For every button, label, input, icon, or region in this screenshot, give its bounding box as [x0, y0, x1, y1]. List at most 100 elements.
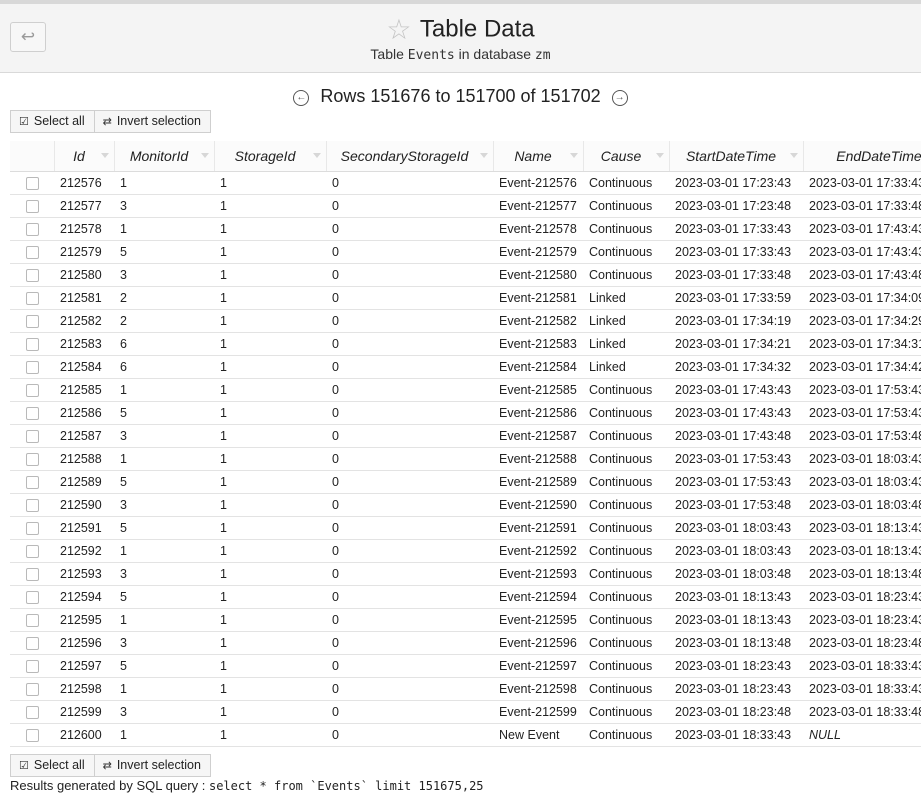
table-cell[interactable]: Event-212580 [493, 263, 583, 287]
table-cell[interactable]: 212577 [54, 194, 114, 218]
table-cell[interactable]: 2023-03-01 17:53:43 [669, 470, 803, 494]
row-checkbox[interactable] [25, 498, 39, 512]
column-header[interactable]: Cause [583, 141, 670, 172]
table-cell[interactable]: 0 [326, 654, 493, 678]
table-cell[interactable]: 1 [214, 171, 326, 195]
table-cell[interactable]: 1 [214, 608, 326, 632]
table-cell[interactable]: Event-212577 [493, 194, 583, 218]
row-checkbox[interactable] [25, 314, 39, 328]
table-cell[interactable]: 2023-03-01 18:03:43 [803, 447, 921, 471]
table-cell[interactable]: 3 [114, 631, 214, 655]
table-cell[interactable]: 0 [326, 631, 493, 655]
table-cell[interactable]: 0 [326, 240, 493, 264]
row-checkbox[interactable] [25, 199, 39, 213]
table-cell[interactable]: Event-212595 [493, 608, 583, 632]
sort-caret-icon[interactable] [569, 153, 578, 158]
table-cell[interactable]: 1 [214, 309, 326, 333]
table-cell[interactable]: 2023-03-01 18:23:43 [803, 585, 921, 609]
table-cell[interactable]: Continuous [583, 378, 669, 402]
table-cell[interactable]: Continuous [583, 539, 669, 563]
table-cell[interactable]: 2023-03-01 17:43:48 [803, 263, 921, 287]
table-cell[interactable]: 1 [214, 378, 326, 402]
table-cell[interactable]: 3 [114, 424, 214, 448]
table-cell[interactable]: Event-212599 [493, 700, 583, 724]
table-cell[interactable]: 2023-03-01 17:33:43 [669, 240, 803, 264]
table-cell[interactable]: 1 [114, 608, 214, 632]
table-cell[interactable]: 2023-03-01 17:33:43 [669, 217, 803, 241]
table-cell[interactable]: 1 [214, 631, 326, 655]
table-cell[interactable]: 2023-03-01 18:03:48 [803, 493, 921, 517]
table-cell[interactable]: 212589 [54, 470, 114, 494]
table-cell[interactable]: Linked [583, 332, 669, 356]
sort-caret-icon[interactable] [789, 153, 798, 158]
table-cell[interactable]: 2023-03-01 18:13:43 [669, 585, 803, 609]
table-cell[interactable]: 2023-03-01 17:43:43 [669, 378, 803, 402]
table-cell[interactable]: 0 [326, 493, 493, 517]
table-cell[interactable]: 1 [214, 240, 326, 264]
row-checkbox[interactable] [25, 682, 39, 696]
table-cell[interactable]: 0 [326, 424, 493, 448]
table-cell[interactable]: 212582 [54, 309, 114, 333]
row-checkbox[interactable] [25, 222, 39, 236]
table-cell[interactable]: 0 [326, 378, 493, 402]
table-cell[interactable]: 212600 [54, 723, 114, 747]
table-cell[interactable]: 0 [326, 677, 493, 701]
table-cell[interactable]: Event-212594 [493, 585, 583, 609]
table-cell[interactable]: 1 [214, 286, 326, 310]
row-checkbox[interactable] [25, 176, 39, 190]
sort-caret-icon[interactable] [655, 153, 664, 158]
table-cell[interactable]: 1 [214, 562, 326, 586]
table-cell[interactable]: 0 [326, 516, 493, 540]
table-cell[interactable]: 3 [114, 263, 214, 287]
row-checkbox[interactable] [25, 337, 39, 351]
column-header[interactable]: StartDateTime [669, 141, 804, 172]
table-cell[interactable]: Event-212586 [493, 401, 583, 425]
table-cell[interactable]: 2023-03-01 18:13:43 [803, 539, 921, 563]
row-checkbox[interactable] [25, 728, 39, 742]
arrow-right-circle-icon[interactable]: → [611, 90, 628, 106]
table-cell[interactable]: 1 [214, 401, 326, 425]
table-cell[interactable]: 1 [214, 654, 326, 678]
table-cell[interactable]: 5 [114, 240, 214, 264]
row-checkbox[interactable] [25, 383, 39, 397]
table-cell[interactable]: Continuous [583, 677, 669, 701]
sort-caret-icon[interactable] [100, 153, 109, 158]
row-checkbox[interactable] [25, 245, 39, 259]
table-cell[interactable]: 2023-03-01 18:23:48 [669, 700, 803, 724]
table-cell[interactable]: 0 [326, 217, 493, 241]
table-cell[interactable]: 212585 [54, 378, 114, 402]
table-cell[interactable]: 212581 [54, 286, 114, 310]
table-cell[interactable]: 5 [114, 516, 214, 540]
table-cell[interactable]: 0 [326, 539, 493, 563]
table-cell[interactable]: Event-212576 [493, 171, 583, 195]
table-cell[interactable]: 2023-03-01 17:34:32 [669, 355, 803, 379]
table-cell[interactable]: 5 [114, 654, 214, 678]
table-cell[interactable]: 212599 [54, 700, 114, 724]
table-cell[interactable]: 212584 [54, 355, 114, 379]
table-cell[interactable]: 212579 [54, 240, 114, 264]
row-checkbox[interactable] [25, 567, 39, 581]
table-cell[interactable]: 5 [114, 470, 214, 494]
table-cell[interactable]: 212590 [54, 493, 114, 517]
table-cell[interactable]: 2023-03-01 17:53:43 [669, 447, 803, 471]
invert-selection-button-bottom[interactable]: ⇄ Invert selection [94, 754, 211, 777]
row-checkbox[interactable] [25, 406, 39, 420]
table-cell[interactable]: Event-212584 [493, 355, 583, 379]
table-cell[interactable]: 2023-03-01 17:33:43 [803, 171, 921, 195]
table-cell[interactable]: 3 [114, 700, 214, 724]
table-cell[interactable]: 2023-03-01 18:23:43 [669, 654, 803, 678]
table-cell[interactable]: 1 [114, 217, 214, 241]
row-checkbox[interactable] [25, 544, 39, 558]
row-checkbox[interactable] [25, 613, 39, 627]
table-cell[interactable]: Event-212591 [493, 516, 583, 540]
table-cell[interactable]: Continuous [583, 654, 669, 678]
table-cell[interactable]: 2023-03-01 18:03:43 [803, 470, 921, 494]
table-cell[interactable]: 2023-03-01 17:23:43 [669, 171, 803, 195]
table-cell[interactable]: Event-212598 [493, 677, 583, 701]
row-checkbox[interactable] [25, 475, 39, 489]
table-cell[interactable]: 2023-03-01 18:13:48 [803, 562, 921, 586]
table-cell[interactable]: 2 [114, 309, 214, 333]
table-cell[interactable]: 2023-03-01 18:13:43 [803, 516, 921, 540]
table-cell[interactable]: Linked [583, 355, 669, 379]
row-checkbox[interactable] [25, 659, 39, 673]
